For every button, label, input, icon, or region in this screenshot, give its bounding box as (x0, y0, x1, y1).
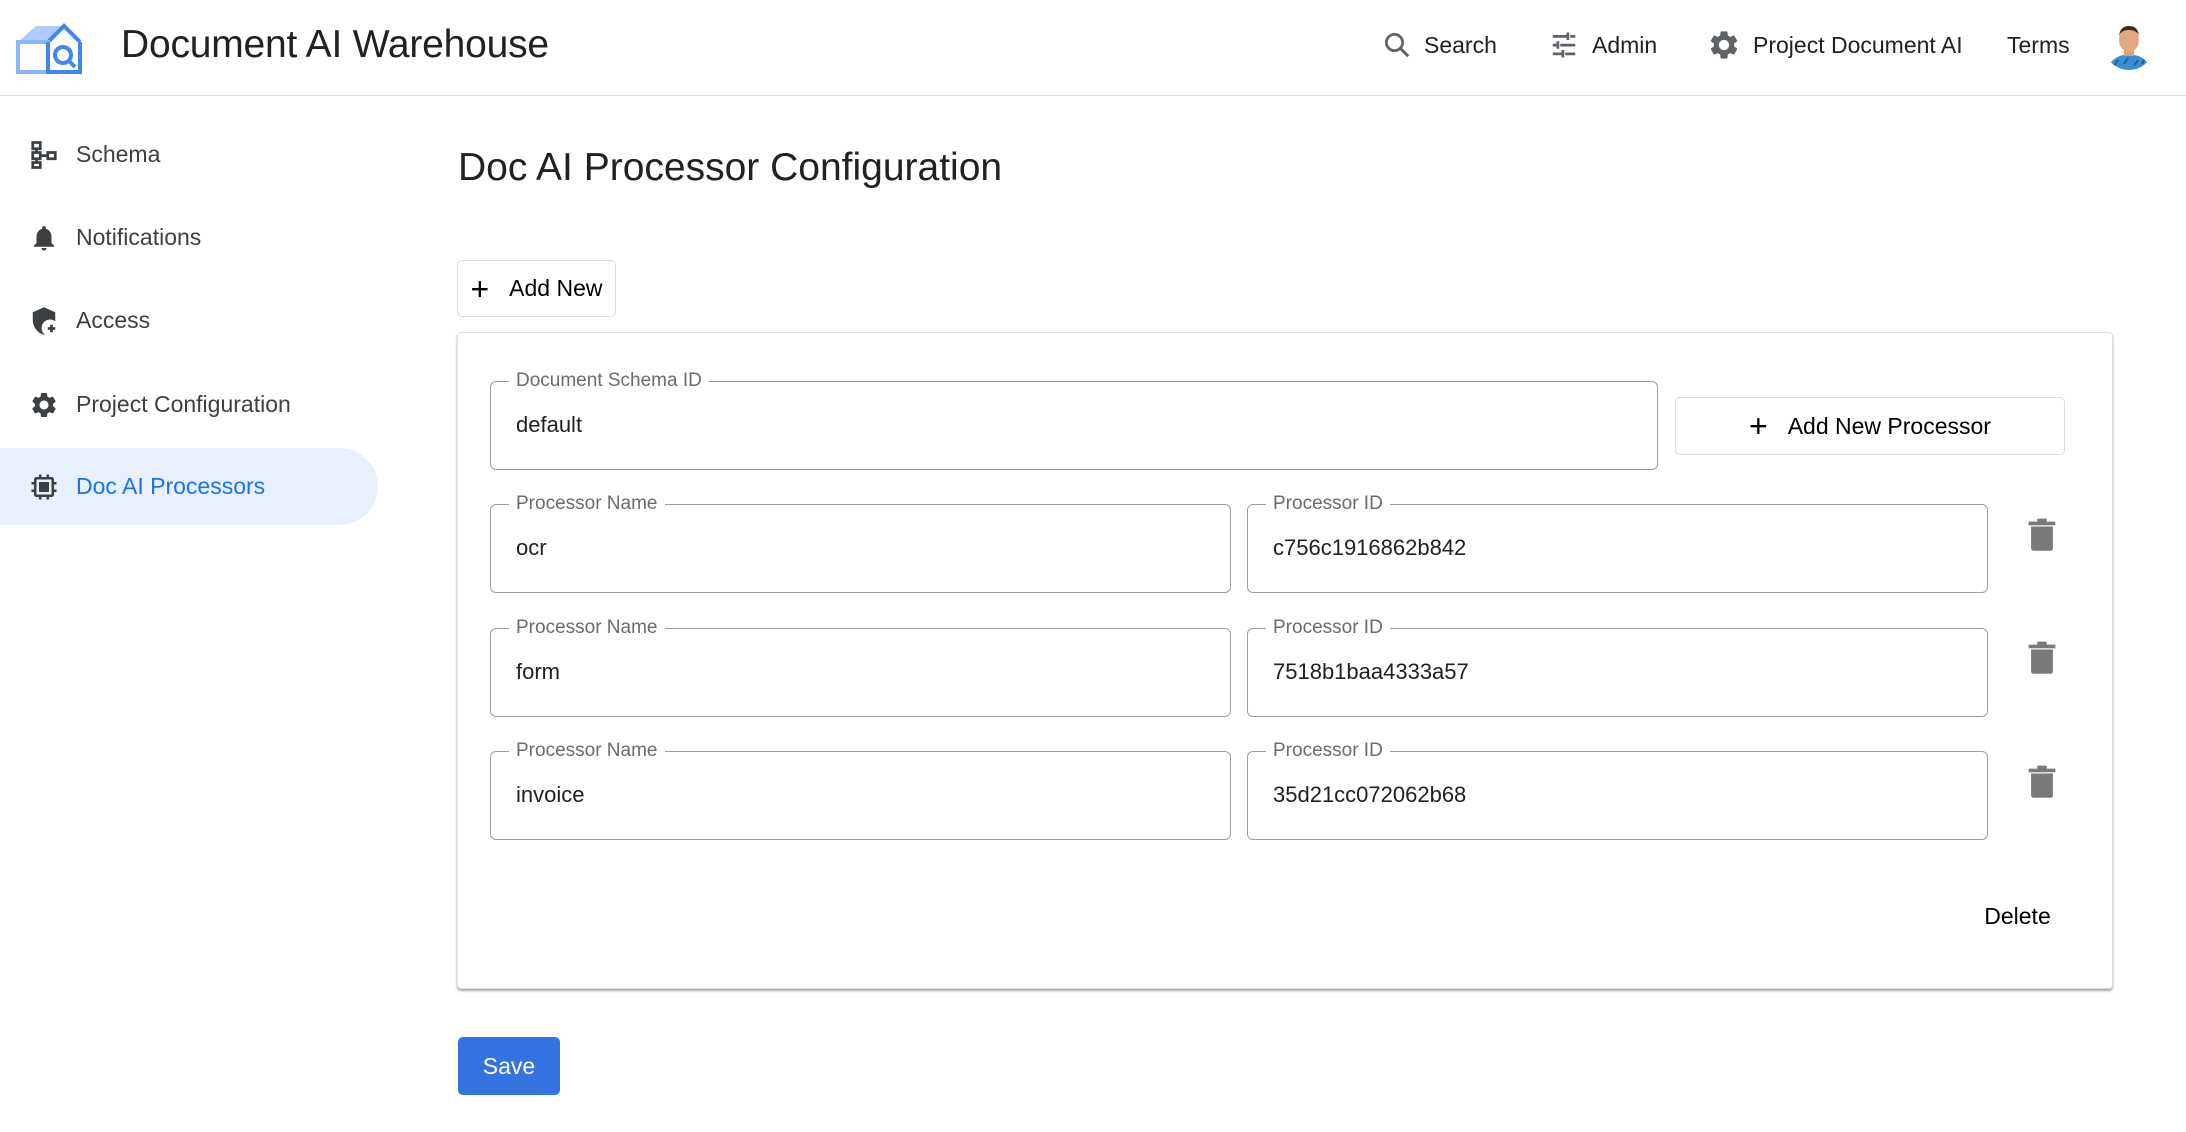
processor-name-label: Processor Name (509, 492, 665, 516)
processor-name-field[interactable]: Processor Name (490, 739, 1231, 840)
delete-button[interactable]: Delete (1970, 896, 2065, 936)
processor-name-input[interactable] (516, 657, 1182, 687)
processor-name-label: Processor Name (509, 739, 665, 763)
sidebar-item-label: Doc AI Processors (76, 473, 266, 499)
sidebar-item-label: Access (76, 307, 151, 333)
chip-icon (31, 474, 57, 500)
shield-add-icon (32, 307, 56, 335)
nav-search-label: Search (1424, 31, 1497, 58)
processor-id-input[interactable] (1273, 780, 1939, 810)
nav-admin[interactable]: Admin (1548, 22, 1657, 68)
page-title: Doc AI Processor Configuration (458, 146, 1003, 189)
processor-id-field[interactable]: Processor ID (1247, 616, 1988, 717)
sidebar-item-label: Notifications (76, 224, 202, 250)
save-button[interactable]: Save (458, 1037, 560, 1095)
processor-id-field[interactable]: Processor ID (1247, 739, 1988, 840)
document-schema-id-label: Document Schema ID (509, 369, 709, 393)
app-title: Document AI Warehouse (121, 23, 549, 66)
gear-icon (1710, 31, 1738, 59)
document-schema-id-input[interactable] (516, 410, 1566, 440)
search-icon (1385, 33, 1410, 58)
nav-terms-label: Terms (2007, 31, 2070, 58)
trash-icon[interactable] (2027, 765, 2057, 799)
add-new-processor-label: Add New Processor (1787, 412, 1991, 439)
sidebar-item-notifications[interactable]: Notifications (0, 199, 378, 276)
nav-admin-label: Admin (1592, 31, 1658, 58)
sidebar-item-label: Schema (76, 141, 161, 167)
processor-id-input[interactable] (1273, 533, 1939, 563)
nav-terms[interactable]: Terms (2007, 22, 2070, 68)
add-new-button[interactable]: + Add New (457, 260, 616, 317)
sidebar-item-doc-ai-processors[interactable]: Doc AI Processors (0, 448, 378, 525)
sidebar-item-project-configuration[interactable]: Project Configuration (0, 366, 378, 443)
app-header: Document AI Warehouse Search Admin Proje… (0, 0, 2186, 96)
gear-icon (32, 393, 56, 417)
add-new-processor-button[interactable]: + Add New Processor (1675, 397, 2065, 455)
sidebar-item-access[interactable]: Access (0, 282, 378, 359)
processor-id-field[interactable]: Processor ID (1247, 492, 1988, 593)
trash-icon[interactable] (2027, 518, 2057, 552)
add-new-label: Add New (509, 275, 603, 301)
bell-icon (34, 226, 54, 251)
processor-id-label: Processor ID (1266, 739, 1390, 763)
processor-id-input[interactable] (1273, 657, 1939, 687)
processor-name-input[interactable] (516, 780, 1182, 810)
plus-icon: + (470, 270, 490, 307)
nav-project[interactable]: Project Document AI (1707, 22, 1963, 68)
nav-project-label: Project Document AI (1753, 31, 1963, 58)
document-schema-id-field[interactable]: Document Schema ID (490, 369, 1658, 470)
schema-icon (31, 141, 57, 169)
nav-search[interactable]: Search (1382, 22, 1497, 68)
tune-icon (1552, 32, 1576, 58)
trash-icon[interactable] (2027, 641, 2057, 675)
processor-name-field[interactable]: Processor Name (490, 616, 1231, 717)
processor-id-label: Processor ID (1266, 616, 1390, 640)
warehouse-logo-icon[interactable] (14, 20, 84, 76)
processor-name-field[interactable]: Processor Name (490, 492, 1231, 593)
sidebar-item-schema[interactable]: Schema (0, 116, 378, 193)
sidebar-item-label: Project Configuration (76, 391, 291, 417)
processor-name-label: Processor Name (509, 616, 665, 640)
processor-name-input[interactable] (516, 533, 1182, 563)
user-avatar[interactable] (2104, 20, 2154, 70)
plus-icon: + (1749, 408, 1768, 444)
processor-id-label: Processor ID (1266, 492, 1390, 516)
